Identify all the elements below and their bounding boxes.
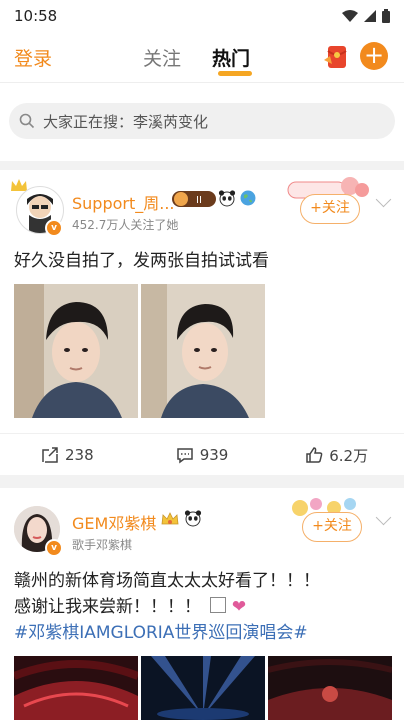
chevron-down-icon[interactable] [375, 509, 392, 526]
hashtag-link[interactable]: #邓紫棋IAMGLORIA世界巡回演唱会# [14, 620, 394, 646]
follow-button[interactable]: +关注 [300, 194, 360, 224]
like-count: 6.2万 [329, 446, 369, 465]
signal-icon [364, 10, 376, 22]
follower-count: 452.7万人关注了她 [72, 218, 179, 232]
globe-icon [240, 190, 256, 206]
wifi-icon [342, 10, 358, 22]
crown-icon [161, 512, 179, 525]
search-placeholder: 大家正在搜：李溪芮变化 [43, 112, 209, 131]
verified-info: 歌手邓紫棋 [72, 538, 133, 552]
comment-icon [176, 448, 193, 464]
repost-button[interactable]: 238 [0, 434, 135, 476]
search-section: 大家正在搜：李溪芮变化 [0, 82, 404, 161]
panda-icon [184, 510, 202, 527]
red-packet-icon[interactable] [322, 42, 350, 70]
post-photo[interactable] [14, 656, 138, 720]
thumbs-up-icon [306, 447, 323, 463]
search-input[interactable]: 大家正在搜：李溪芮变化 [9, 103, 395, 139]
login-button[interactable]: 登录 [14, 44, 52, 71]
compose-button[interactable]: + [360, 42, 388, 70]
verified-badge: v [45, 219, 63, 237]
post-card[interactable]: v GEM邓紫棋 歌手邓紫棋 +关注 赣州的新体育场简直太太太好看了！！！ 感谢… [0, 488, 404, 720]
username[interactable]: GEM邓紫棋 [72, 510, 156, 534]
post-photo[interactable] [141, 656, 265, 720]
like-button[interactable]: 6.2万 [269, 434, 404, 476]
post-photo[interactable] [14, 284, 138, 418]
heart-icon: ❤ [231, 597, 247, 617]
battery-icon [382, 9, 390, 23]
chevron-down-icon[interactable] [375, 191, 392, 208]
active-tab-indicator [218, 71, 252, 76]
svg-text:II: II [196, 195, 202, 206]
post-photo[interactable] [141, 284, 265, 418]
repost-count: 238 [65, 446, 94, 464]
comment-button[interactable]: 939 [135, 434, 270, 476]
post-photo[interactable] [268, 656, 392, 720]
status-time: 10:58 [14, 7, 58, 25]
rank-badge-icon: II [172, 191, 216, 207]
search-icon [19, 113, 35, 129]
post-text: 赣州的新体育场简直太太太好看了！！！ 感谢让我来尝新！！！！ ❤ #邓紫棋IAM… [14, 568, 394, 646]
comment-count: 939 [199, 446, 229, 464]
post-text: 好久没自拍了，发两张自拍试试看 [14, 251, 269, 271]
follow-button[interactable]: +关注 [302, 512, 362, 542]
tab-follow[interactable]: 关注 [143, 44, 181, 71]
tab-hot[interactable]: 热门 [212, 44, 250, 71]
emoji-placeholder-icon [210, 597, 227, 613]
username[interactable]: Support_周... [72, 190, 175, 214]
post-card[interactable]: v Support_周... II 452.7万人关注了她 +关注 好久没自拍了… [0, 170, 404, 475]
post-text-line: 赣州的新体育场简直太太太好看了！！！ [14, 571, 320, 591]
top-nav: 登录 关注 热门 + [0, 32, 404, 82]
post-text-line: 感谢让我来尝新！！！！ ❤ [14, 597, 247, 617]
post-actions: 238 939 6.2万 [0, 433, 404, 476]
status-bar: 10:58 [0, 0, 404, 32]
status-icons [342, 9, 390, 23]
panda-icon [218, 190, 236, 207]
verified-badge: v [45, 539, 63, 557]
repost-icon [42, 447, 58, 463]
